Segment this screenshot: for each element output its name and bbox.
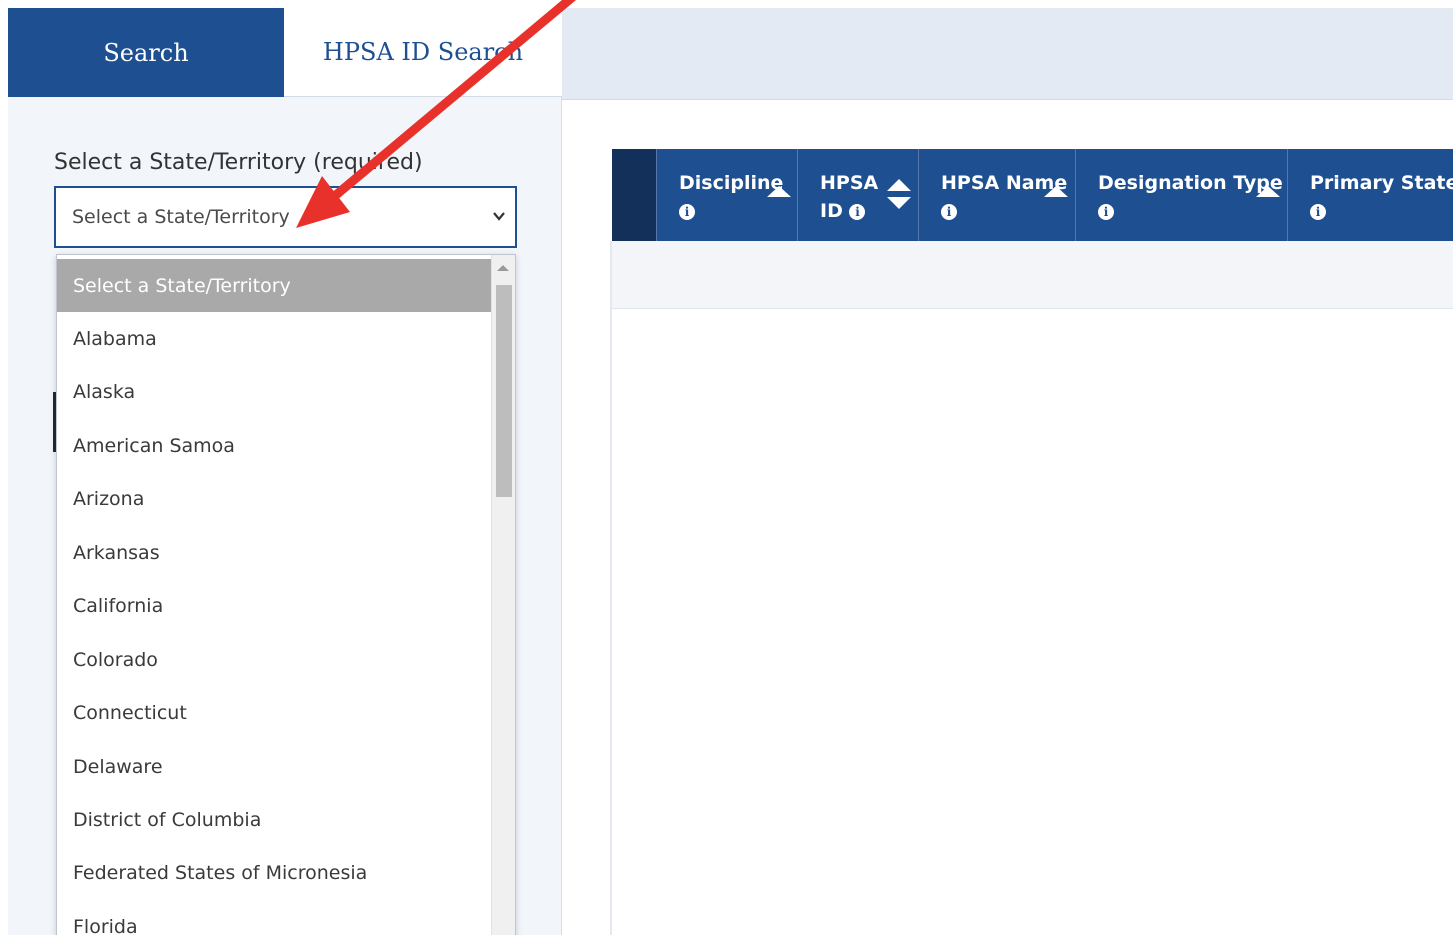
- sort-up-icon[interactable]: [1044, 186, 1068, 197]
- dropdown-option-label: Colorado: [73, 648, 158, 671]
- column-header-hpsa-id[interactable]: HPSA ID i: [797, 149, 918, 241]
- dropdown-option[interactable]: California: [57, 579, 491, 632]
- dropdown-option-label: Alaska: [73, 380, 136, 403]
- dropdown-option-label: Select a State/Territory: [73, 274, 291, 297]
- tab-bar-background: [562, 8, 1453, 100]
- sort-both-icon[interactable]: [887, 179, 911, 211]
- table-empty-row: [612, 241, 1453, 309]
- state-dropdown-list[interactable]: Select a State/Territory Alabama Alaska …: [56, 254, 516, 935]
- dropdown-option[interactable]: Connecticut: [57, 686, 491, 739]
- info-icon[interactable]: i: [679, 203, 695, 220]
- dropdown-option-label: Alabama: [73, 327, 157, 350]
- dropdown-scrollbar[interactable]: [491, 255, 515, 935]
- info-icon[interactable]: i: [849, 203, 866, 220]
- dropdown-option-label: California: [73, 594, 164, 617]
- state-field-label: Select a State/Territory (required): [54, 150, 423, 175]
- dropdown-option[interactable]: Arkansas: [57, 526, 491, 579]
- results-area-border: [610, 241, 612, 935]
- info-icon[interactable]: i: [941, 203, 957, 220]
- sort-up-icon[interactable]: [767, 186, 791, 197]
- dropdown-option-label: District of Columbia: [73, 808, 262, 831]
- column-header-label-line2: ID: [820, 200, 843, 222]
- dropdown-option-label: Florida: [73, 915, 138, 935]
- app-canvas: Search HPSA ID Search Select a State/Ter…: [0, 0, 1453, 935]
- dropdown-option[interactable]: Federated States of Micronesia: [57, 846, 491, 899]
- dropdown-option[interactable]: Florida: [57, 900, 491, 935]
- tab-hpsa-id-search-label: HPSA ID Search: [322, 38, 524, 66]
- dropdown-option-label: Delaware: [73, 755, 163, 778]
- column-header-hpsa-name[interactable]: HPSA Name i: [918, 149, 1075, 241]
- tab-search-label: Search: [103, 38, 189, 67]
- column-header-discipline[interactable]: Discipline i: [656, 149, 797, 241]
- info-icon[interactable]: i: [1310, 203, 1326, 220]
- chevron-down-icon: [493, 212, 505, 221]
- dropdown-option-label: Connecticut: [73, 701, 187, 724]
- state-select-value: Select a State/Territory: [72, 206, 290, 228]
- dropdown-option[interactable]: District of Columbia: [57, 793, 491, 846]
- scrollbar-thumb[interactable]: [496, 285, 512, 497]
- column-header-primary-state[interactable]: Primary State i: [1287, 149, 1453, 241]
- dropdown-option[interactable]: Colorado: [57, 633, 491, 686]
- tab-search[interactable]: Search: [8, 8, 284, 109]
- sort-up-icon[interactable]: [1256, 186, 1280, 197]
- dropdown-option[interactable]: American Samoa: [57, 419, 491, 472]
- dropdown-option-label: American Samoa: [73, 434, 235, 457]
- column-header-designation-type[interactable]: Designation Type i: [1075, 149, 1287, 241]
- state-select[interactable]: Select a State/Territory: [54, 186, 517, 248]
- scroll-up-arrow-icon[interactable]: [497, 265, 509, 271]
- dropdown-option[interactable]: Alabama: [57, 312, 491, 365]
- dropdown-option[interactable]: Alaska: [57, 365, 491, 418]
- dropdown-option-label: Arkansas: [73, 541, 160, 564]
- table-header-select-column: [612, 149, 656, 241]
- dropdown-option-label: Federated States of Micronesia: [73, 861, 368, 884]
- dropdown-option[interactable]: Delaware: [57, 740, 491, 793]
- dropdown-option-label: Arizona: [73, 487, 145, 510]
- column-header-label: Primary State: [1310, 172, 1453, 194]
- tab-hpsa-id-search[interactable]: HPSA ID Search: [284, 8, 562, 97]
- dropdown-option[interactable]: Arizona: [57, 472, 491, 525]
- dropdown-option[interactable]: Select a State/Territory: [57, 259, 491, 312]
- info-icon[interactable]: i: [1098, 203, 1114, 220]
